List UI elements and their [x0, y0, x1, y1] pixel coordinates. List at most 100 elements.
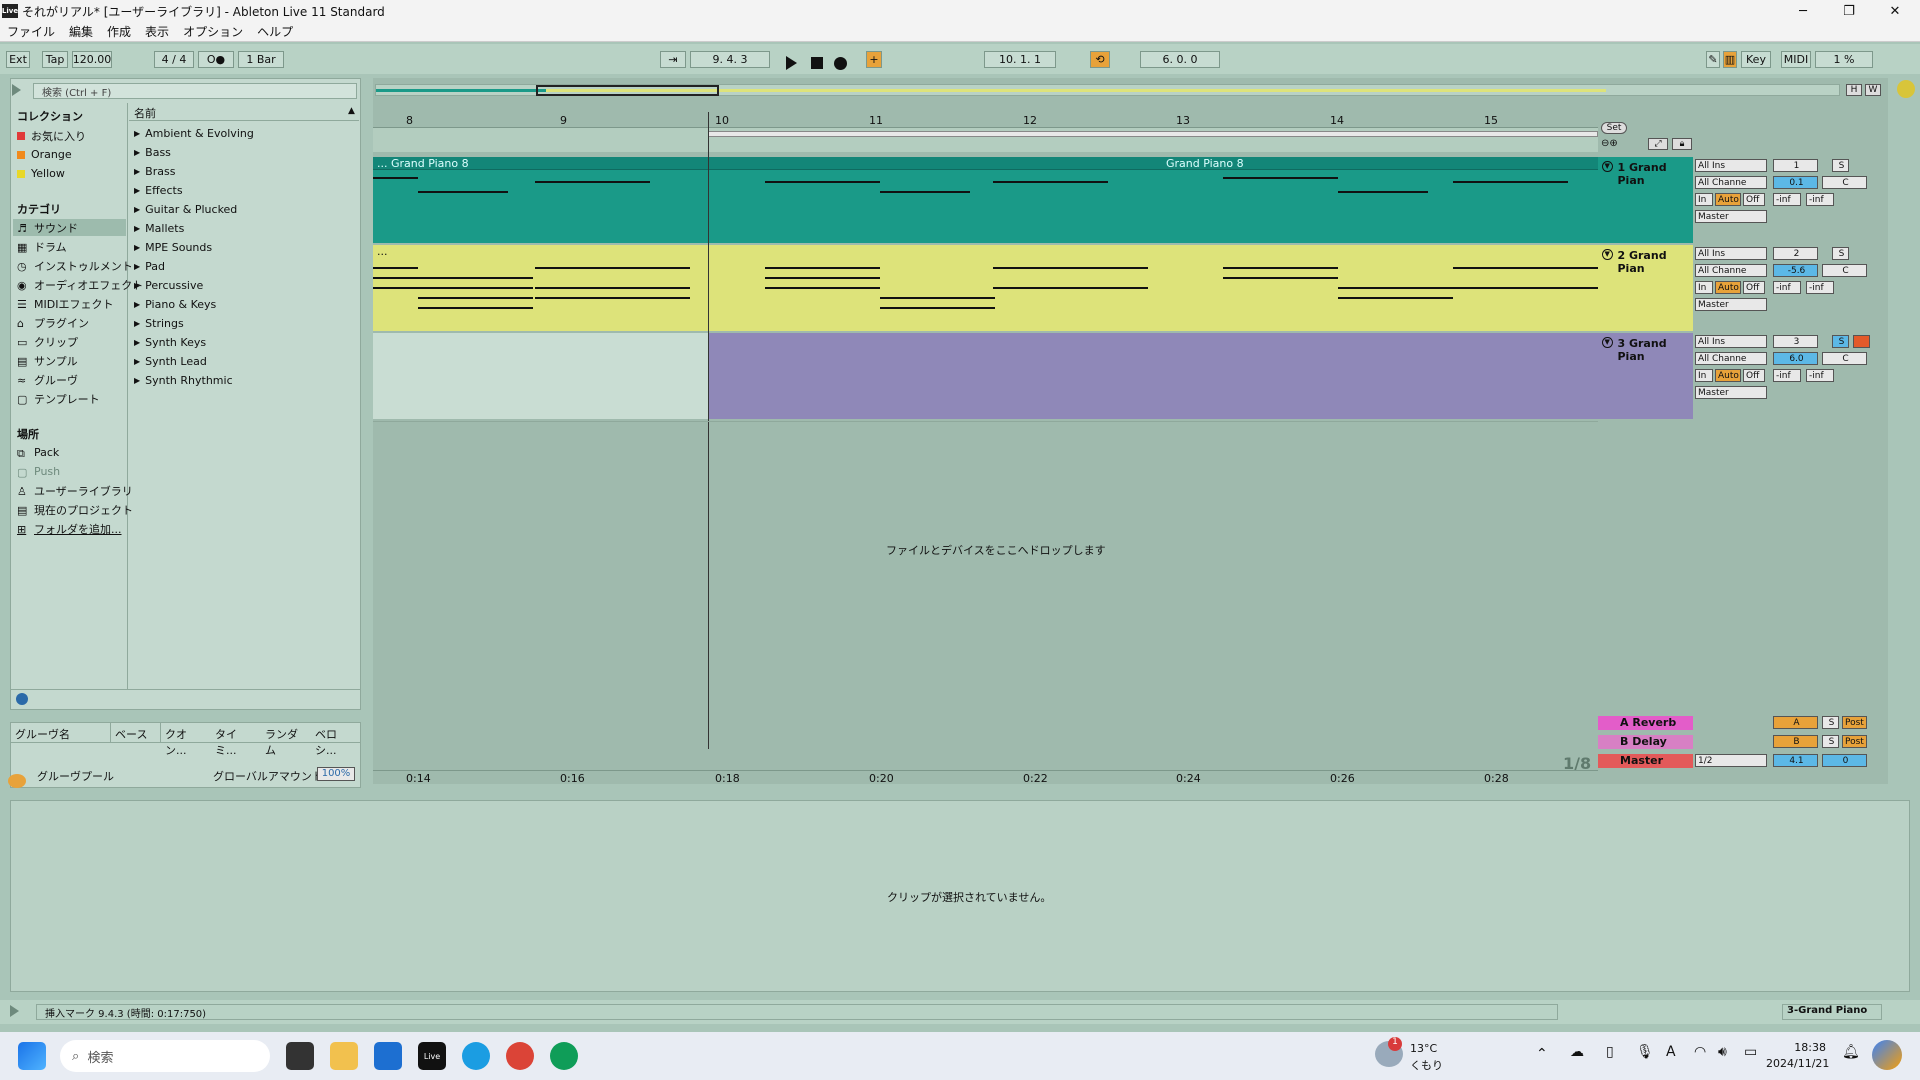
w-zoom-button[interactable]: W [1865, 84, 1881, 96]
send-b-field[interactable]: -inf [1806, 281, 1834, 294]
set-locator-button[interactable]: Set [1601, 122, 1627, 134]
microphone-icon[interactable]: 🎙︎ [1636, 1044, 1654, 1060]
solo-button[interactable]: S [1822, 735, 1839, 748]
time-signature-field[interactable]: 4 / 4 [154, 51, 194, 68]
ext-sync-button[interactable]: Ext [6, 51, 30, 68]
follow-icon[interactable]: ⇥ [660, 51, 686, 68]
record-arm-button[interactable] [1853, 335, 1870, 348]
detail-toggle-icon[interactable] [10, 1005, 19, 1017]
play-icon[interactable] [786, 56, 797, 70]
menu-options[interactable]: オプション [176, 23, 250, 40]
menu-create[interactable]: 作成 [100, 23, 138, 40]
volume-icon[interactable]: 🔊︎ [1718, 1044, 1727, 1060]
solo-button[interactable]: S [1822, 716, 1839, 729]
track-number[interactable]: 2 [1773, 247, 1818, 260]
post-button[interactable]: Post [1842, 716, 1867, 729]
return-a-header[interactable]: A Reverb [1598, 716, 1693, 730]
groove-name-header[interactable]: グルーヴ名 [11, 723, 111, 742]
send-a-field[interactable]: -inf [1773, 281, 1801, 294]
input-channel-select[interactable]: All Channe [1695, 264, 1767, 277]
category-clips[interactable]: ▭ クリップ [17, 333, 78, 350]
volume-field[interactable]: 0.1 [1773, 176, 1818, 189]
ableton-live-icon[interactable]: Live [418, 1042, 446, 1070]
list-item[interactable]: Percussive [134, 277, 203, 294]
overview-view-box[interactable] [536, 85, 719, 96]
loop-switch-icon[interactable]: ⟲ [1090, 51, 1110, 68]
cue-out-select[interactable]: 1/2 [1695, 754, 1767, 767]
track1-lane[interactable]: ... Grand Piano 8 Grand Piano 8 [373, 157, 1598, 243]
add-folder-link[interactable]: ⊞ フォルダを追加... [17, 520, 122, 537]
volume-field[interactable]: -5.6 [1773, 264, 1818, 277]
store-icon[interactable] [374, 1042, 402, 1070]
monitor-in-button[interactable]: In [1695, 193, 1713, 206]
track1-header[interactable]: ▼ 1 Grand Pian [1598, 157, 1693, 243]
send-a-field[interactable]: -inf [1773, 369, 1801, 382]
fold-icon[interactable]: ⤢ [1648, 138, 1668, 150]
groove-quantize-header[interactable]: クオン... [161, 723, 211, 757]
send-b-field[interactable]: -inf [1806, 369, 1834, 382]
input-channel-select[interactable]: All Channe [1695, 176, 1767, 189]
list-item[interactable]: Piano & Keys [134, 296, 216, 313]
monitor-in-button[interactable]: In [1695, 281, 1713, 294]
input-type-select[interactable]: All Ins [1695, 335, 1767, 348]
category-drums[interactable]: ▦ ドラム [17, 238, 67, 255]
overdub-button[interactable]: + [866, 51, 882, 68]
solo-button[interactable]: S [1832, 247, 1849, 260]
track2-header[interactable]: ▼ 2 Grand Pian [1598, 245, 1693, 331]
input-type-select[interactable]: All Ins [1695, 247, 1767, 260]
groove-timing-header[interactable]: タイミ... [211, 723, 261, 757]
file-explorer-icon[interactable] [330, 1042, 358, 1070]
list-item[interactable]: Strings [134, 315, 184, 332]
track2-lane[interactable]: ... [373, 245, 1598, 331]
loop-start-field[interactable]: 10. 1. 1 [984, 51, 1056, 68]
global-amount-field[interactable]: 100% [317, 767, 355, 781]
battery-icon[interactable]: ▭ [1744, 1044, 1757, 1060]
ime-icon[interactable]: A [1666, 1044, 1676, 1060]
list-item[interactable]: Synth Rhythmic [134, 372, 232, 389]
menu-edit[interactable]: 編集 [62, 23, 100, 40]
list-item[interactable]: Guitar & Plucked [134, 201, 237, 218]
list-item[interactable]: Mallets [134, 220, 184, 237]
category-templates[interactable]: ▢ テンプレート [17, 390, 100, 407]
category-samples[interactable]: ▤ サンプル [17, 352, 78, 369]
sort-arrow-icon[interactable]: ▲ [348, 106, 355, 116]
groove-base-header[interactable]: ベース [111, 723, 161, 742]
menu-circle-icon[interactable] [1897, 80, 1915, 98]
h-zoom-button[interactable]: H [1846, 84, 1862, 96]
browser-toggle-icon[interactable] [12, 84, 21, 96]
solo-button[interactable]: S [1832, 335, 1849, 348]
list-item[interactable]: Ambient & Evolving [134, 125, 254, 142]
tap-tempo-button[interactable]: Tap [42, 51, 68, 68]
chrome-icon[interactable] [506, 1042, 534, 1070]
name-column-header[interactable]: 名前 [129, 105, 359, 121]
fold-arrow-icon[interactable]: ▼ [1602, 249, 1613, 260]
master-header[interactable]: Master [1598, 754, 1693, 768]
category-instruments[interactable]: ◷ インストゥルメント [17, 257, 133, 274]
monitor-auto-button[interactable]: Auto [1715, 369, 1741, 382]
copilot-icon[interactable] [1872, 1040, 1902, 1070]
monitor-off-button[interactable]: Off [1743, 193, 1765, 206]
groove-velocity-header[interactable]: ベロシ... [311, 723, 360, 757]
menu-view[interactable]: 表示 [138, 23, 176, 40]
place-push[interactable]: ▢ Push [17, 463, 60, 480]
groove-random-header[interactable]: ランダム [261, 723, 311, 757]
computer-keyboard-icon[interactable]: ▥ [1723, 51, 1737, 68]
collection-yellow[interactable]: Yellow [17, 165, 65, 182]
send-b-field[interactable]: -inf [1806, 193, 1834, 206]
loop-brace[interactable] [708, 131, 1598, 137]
stop-icon[interactable] [811, 57, 823, 69]
info-icon[interactable] [16, 693, 28, 705]
category-grooves[interactable]: ≈ グルーヴ [17, 371, 78, 388]
maximize-button[interactable]: ❐ [1826, 0, 1872, 22]
fold-arrow-icon[interactable]: ▼ [1602, 161, 1613, 172]
place-user-library[interactable]: ♙ ユーザーライブラリ [17, 482, 133, 499]
pan-field[interactable]: C [1822, 176, 1867, 189]
list-item[interactable]: Brass [134, 163, 175, 180]
list-item[interactable]: Bass [134, 144, 171, 161]
fold-arrow-icon[interactable]: ▼ [1602, 337, 1613, 348]
loop-brace-area[interactable] [373, 128, 1598, 152]
monitor-auto-button[interactable]: Auto [1715, 281, 1741, 294]
chrome-beta-icon[interactable] [550, 1042, 578, 1070]
place-pack[interactable]: ⧉ Pack [17, 444, 59, 461]
pan-field[interactable]: C [1822, 264, 1867, 277]
